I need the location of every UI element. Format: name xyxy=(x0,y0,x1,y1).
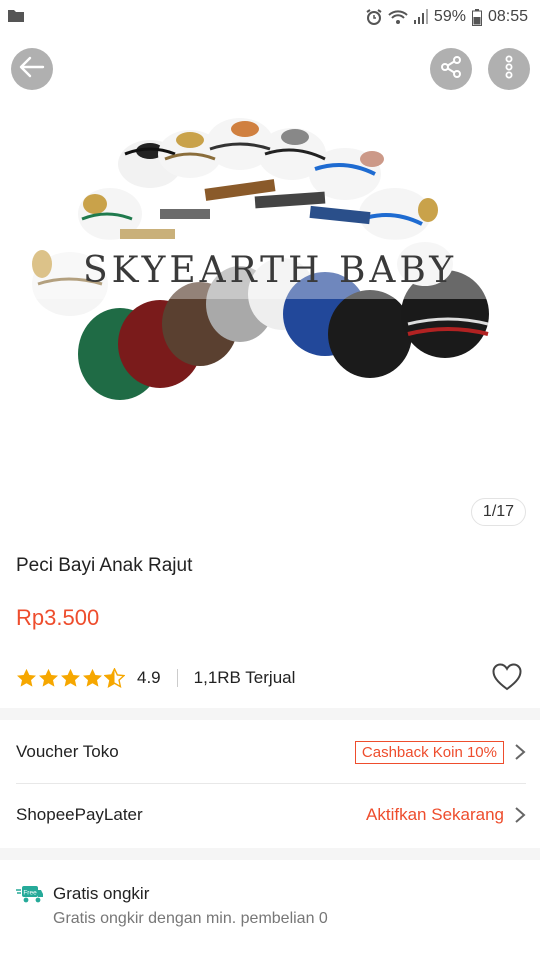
folder-icon xyxy=(8,8,24,27)
battery-icon xyxy=(471,8,482,26)
cashback-badge: Cashback Koin 10% xyxy=(354,740,504,764)
free-badge-text: Free xyxy=(23,890,37,897)
voucher-label: Voucher Toko xyxy=(16,742,119,761)
star-icon xyxy=(39,668,58,687)
watermark-text: SKYEARTH BABY xyxy=(83,250,457,291)
share-icon xyxy=(439,55,463,84)
status-bar: 59% 08:55 xyxy=(0,0,540,34)
arrow-left-icon xyxy=(19,56,45,83)
star-icon xyxy=(83,668,102,687)
clock-time: 08:55 xyxy=(487,8,528,25)
divider xyxy=(176,669,178,687)
rating-row: 4.9 1,1RB Terjual xyxy=(16,663,526,692)
more-options-button[interactable] xyxy=(488,48,530,90)
paylater-label: ShopeePayLater xyxy=(16,805,143,824)
back-button[interactable] xyxy=(11,48,53,90)
chevron-right-icon xyxy=(515,744,526,760)
voucher-right: Cashback Koin 10% xyxy=(354,740,526,764)
shipping-title: Gratis ongkir xyxy=(53,884,150,903)
shopee-paylater-row[interactable]: ShopeePayLater Aktifkan Sekarang xyxy=(16,784,526,846)
truck-icon: Free xyxy=(16,884,44,911)
more-vertical-icon xyxy=(505,55,513,84)
star-half-icon xyxy=(104,668,125,688)
activate-paylater-link[interactable]: Aktifkan Sekarang xyxy=(366,805,504,825)
product-title: Peci Bayi Anak Rajut xyxy=(16,555,193,576)
chevron-right-icon xyxy=(515,807,526,823)
heart-icon xyxy=(492,663,522,691)
paylater-right: Aktifkan Sekarang xyxy=(366,805,526,825)
star-icon xyxy=(17,668,36,687)
sold-count: 1,1RB Terjual xyxy=(193,668,296,687)
voucher-toko-row[interactable]: Voucher Toko Cashback Koin 10% xyxy=(16,721,526,783)
shipping-subtitle: Gratis ongkir dengan min. pembelian 0 xyxy=(53,910,328,927)
product-image-carousel[interactable]: SKYEARTH BABY 1/17 xyxy=(0,34,540,544)
rating-stars xyxy=(16,668,125,688)
battery-percent: 59% xyxy=(433,8,466,25)
product-image: SKYEARTH BABY xyxy=(0,118,540,400)
rating-value: 4.9 xyxy=(137,668,161,687)
wifi-icon xyxy=(388,9,408,25)
status-indicators: 59% 08:55 xyxy=(366,8,528,26)
alarm-icon xyxy=(366,9,382,25)
image-page-indicator: 1/17 xyxy=(471,498,526,526)
section-divider xyxy=(0,848,540,860)
section-divider xyxy=(0,708,540,720)
product-price: Rp3.500 xyxy=(16,605,100,630)
signal-icon xyxy=(413,9,428,25)
favorite-button[interactable] xyxy=(492,663,522,696)
star-icon xyxy=(61,668,80,687)
share-button[interactable] xyxy=(430,48,472,90)
